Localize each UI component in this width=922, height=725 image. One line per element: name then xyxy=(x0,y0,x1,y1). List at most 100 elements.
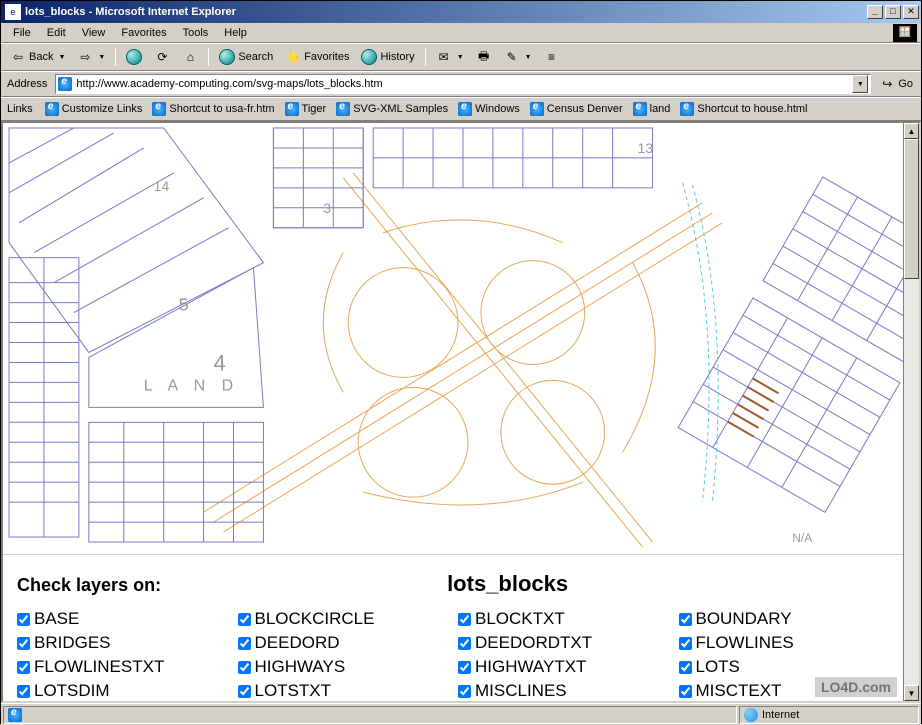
menu-tools[interactable]: Tools xyxy=(175,25,217,41)
menu-view[interactable]: View xyxy=(74,25,114,41)
address-dropdown-button[interactable]: ▼ xyxy=(852,75,868,93)
scroll-track[interactable] xyxy=(904,279,919,685)
link-icon xyxy=(45,102,59,116)
status-main-pane xyxy=(3,706,737,724)
map-label-land: L A N D xyxy=(144,377,239,394)
discuss-icon: ≡ xyxy=(544,49,560,65)
layer-checkbox-highways[interactable] xyxy=(238,661,251,674)
menu-favorites[interactable]: Favorites xyxy=(113,25,174,41)
link-shortcut-usa-fr[interactable]: Shortcut to usa-fr.htm xyxy=(150,101,276,117)
map-block-14: 14 xyxy=(154,178,170,194)
links-label: Links xyxy=(5,103,37,115)
layer-item-lotstxt: LOTSTXT xyxy=(238,681,449,701)
layer-label: BRIDGES xyxy=(34,633,111,653)
link-icon xyxy=(336,102,350,116)
layer-label: BLOCKCIRCLE xyxy=(255,609,375,629)
layer-item-lotsdim: LOTSDIM xyxy=(17,681,228,701)
layer-item-bridges: BRIDGES xyxy=(17,633,228,653)
forward-button[interactable]: ⇨ ▼ xyxy=(72,46,110,68)
menu-help[interactable]: Help xyxy=(216,25,255,41)
layer-checkbox-flowlinestxt[interactable] xyxy=(17,661,30,674)
links-bar: Links Customize Links Shortcut to usa-fr… xyxy=(1,97,921,121)
layer-checkbox-blockcircle[interactable] xyxy=(238,613,251,626)
layer-item-highways: HIGHWAYS xyxy=(238,657,449,677)
refresh-icon: ⟳ xyxy=(154,49,170,65)
nav-toolbar: ⇦ Back ▼ ⇨ ▼ ⟳ ⌂ Search ⭐ Favorites Hist… xyxy=(1,43,921,71)
go-button[interactable]: ↪ Go xyxy=(875,74,917,94)
layer-label: MISCTEXT xyxy=(696,681,782,701)
layer-item-deedord: DEEDORD xyxy=(238,633,449,653)
edit-button[interactable]: ✎▼ xyxy=(499,46,537,68)
layer-checkbox-flowlines[interactable] xyxy=(679,637,692,650)
history-icon xyxy=(361,49,377,65)
link-census-denver[interactable]: Census Denver xyxy=(528,101,625,117)
link-land[interactable]: land xyxy=(631,101,673,117)
layer-checkbox-base[interactable] xyxy=(17,613,30,626)
layer-checkbox-blocktxt[interactable] xyxy=(458,613,471,626)
history-button[interactable]: History xyxy=(356,46,419,68)
forward-dropdown-icon: ▼ xyxy=(98,54,105,61)
scrollbar-vertical[interactable]: ▲ ▼ xyxy=(903,123,919,701)
layer-checkbox-highwaytxt[interactable] xyxy=(458,661,471,674)
link-windows[interactable]: Windows xyxy=(456,101,522,117)
map-label-na: N/A xyxy=(792,531,812,545)
map-block-3: 3 xyxy=(323,200,331,216)
favorites-button[interactable]: ⭐ Favorites xyxy=(280,46,354,68)
link-shortcut-house[interactable]: Shortcut to house.html xyxy=(678,101,809,117)
print-icon: 🖶 xyxy=(476,49,492,65)
scroll-thumb[interactable] xyxy=(904,139,919,279)
scroll-down-button[interactable]: ▼ xyxy=(904,685,919,701)
close-button[interactable]: ✕ xyxy=(903,5,919,19)
layer-checkbox-misclines[interactable] xyxy=(458,685,471,698)
search-label: Search xyxy=(238,51,273,63)
minimize-button[interactable]: _ xyxy=(867,5,883,19)
svg-map[interactable]: L A N D 4 3 5 14 13 N/A xyxy=(3,123,903,555)
layer-item-highwaytxt: HIGHWAYTXT xyxy=(458,657,669,677)
zone-label: Internet xyxy=(762,709,799,721)
status-zone-pane: Internet xyxy=(739,706,919,724)
layer-label: LOTS xyxy=(696,657,740,677)
link-svg-xml[interactable]: SVG-XML Samples xyxy=(334,101,450,117)
layer-controls: Check layers on: lots_blocks BASEBLOCKCI… xyxy=(3,555,903,701)
page-title: lots_blocks xyxy=(447,571,568,597)
stop-button[interactable] xyxy=(121,46,147,68)
search-icon xyxy=(219,49,235,65)
layer-item-flowlines: FLOWLINES xyxy=(679,633,890,653)
map-block-13: 13 xyxy=(638,140,654,156)
home-button[interactable]: ⌂ xyxy=(177,46,203,68)
address-bar: Address ▼ ↪ Go xyxy=(1,71,921,97)
mail-button[interactable]: ✉▼ xyxy=(431,46,469,68)
content-area: L A N D 4 3 5 14 13 N/A Check layers on:… xyxy=(1,121,921,703)
map-block-4: 4 xyxy=(214,350,226,375)
discuss-button[interactable]: ≡ xyxy=(539,46,565,68)
layer-checkbox-bridges[interactable] xyxy=(17,637,30,650)
print-button[interactable]: 🖶 xyxy=(471,46,497,68)
back-label: Back xyxy=(29,51,53,63)
layer-checkbox-boundary[interactable] xyxy=(679,613,692,626)
menu-file[interactable]: File xyxy=(5,25,39,41)
maximize-button[interactable]: □ xyxy=(885,5,901,19)
layer-checkbox-deedordtxt[interactable] xyxy=(458,637,471,650)
layer-checkbox-lots[interactable] xyxy=(679,661,692,674)
layer-label: FLOWLINES xyxy=(696,633,794,653)
search-button[interactable]: Search xyxy=(214,46,278,68)
layer-checkbox-misctext[interactable] xyxy=(679,685,692,698)
menu-edit[interactable]: Edit xyxy=(39,25,74,41)
back-button[interactable]: ⇦ Back ▼ xyxy=(5,46,70,68)
stop-icon xyxy=(126,49,142,65)
link-customize[interactable]: Customize Links xyxy=(43,101,145,117)
layer-checkbox-lotstxt[interactable] xyxy=(238,685,251,698)
layer-item-lots: LOTS xyxy=(679,657,890,677)
internet-zone-icon xyxy=(744,708,758,722)
scroll-up-button[interactable]: ▲ xyxy=(904,123,919,139)
app-icon: e xyxy=(5,4,21,20)
link-icon xyxy=(530,102,544,116)
layer-checkbox-lotsdim[interactable] xyxy=(17,685,30,698)
refresh-button[interactable]: ⟳ xyxy=(149,46,175,68)
layer-label: LOTSDIM xyxy=(34,681,110,701)
back-arrow-icon: ⇦ xyxy=(10,49,26,65)
link-tiger[interactable]: Tiger xyxy=(283,101,329,117)
layer-checkbox-deedord[interactable] xyxy=(238,637,251,650)
address-input[interactable] xyxy=(72,78,852,90)
address-input-container: ▼ xyxy=(55,74,871,94)
